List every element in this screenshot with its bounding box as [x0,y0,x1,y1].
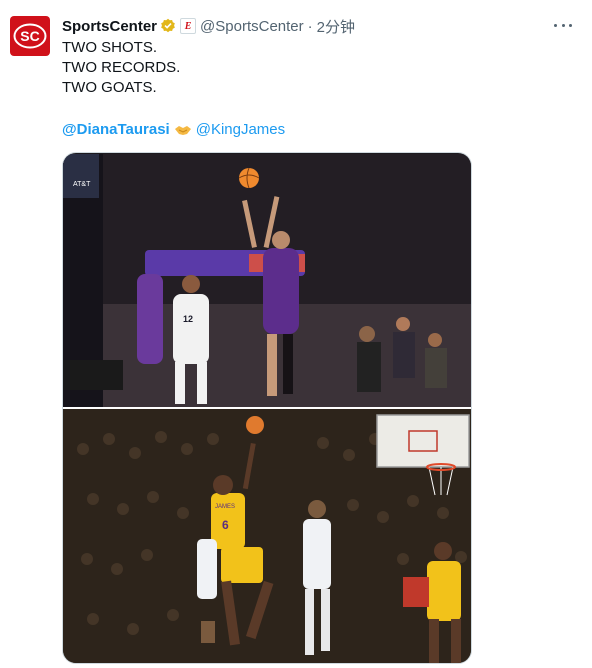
tweet-line-3: TWO GOATS. [62,79,157,96]
mention-diana-taurasi[interactable]: @DianaTaurasi [62,120,170,140]
tweet-line-2: TWO RECORDS. [62,59,181,76]
espn-affiliate-icon[interactable]: E [180,18,197,34]
timestamp[interactable]: 2分钟 [317,16,355,37]
mentions-line: @DianaTaurasi @KingJames [62,120,285,140]
handle[interactable]: @SportsCenter [200,18,304,35]
separator: · [307,17,313,35]
more-icon[interactable] [554,18,572,32]
photo-bottom-illustration: 6 JAMES [63,409,471,663]
photo-top-illustration: AT&T 12 [63,154,471,407]
photo-taurasi-shot[interactable]: AT&T 12 [63,153,471,407]
sc-logo-icon: SC [13,23,47,49]
jersey-6: 6 [222,518,229,532]
media-grid[interactable]: AT&T 12 6 JAMES [62,152,472,664]
tweet-line-1: TWO SHOTS. [62,39,157,56]
verified-badge-icon [161,18,175,33]
sportscenter-avatar[interactable]: SC [10,16,50,56]
arena-sign: AT&T [73,181,91,188]
tweet[interactable]: SC SportsCenter E @SportsCenter · 2分钟 TW… [0,0,592,668]
jersey-12: 12 [183,314,193,324]
tweet-header: SportsCenter E @SportsCenter · 2分钟 [62,16,355,36]
handshake-icon [174,126,191,135]
jersey-name: JAMES [215,504,235,510]
tweet-text: TWO SHOTS. TWO RECORDS. TWO GOATS. [62,38,180,98]
logo-text: SC [20,28,39,44]
display-name[interactable]: SportsCenter [62,18,157,35]
photo-lebron-shot[interactable]: 6 JAMES [63,409,471,663]
mention-king-james[interactable]: @KingJames [196,120,285,140]
